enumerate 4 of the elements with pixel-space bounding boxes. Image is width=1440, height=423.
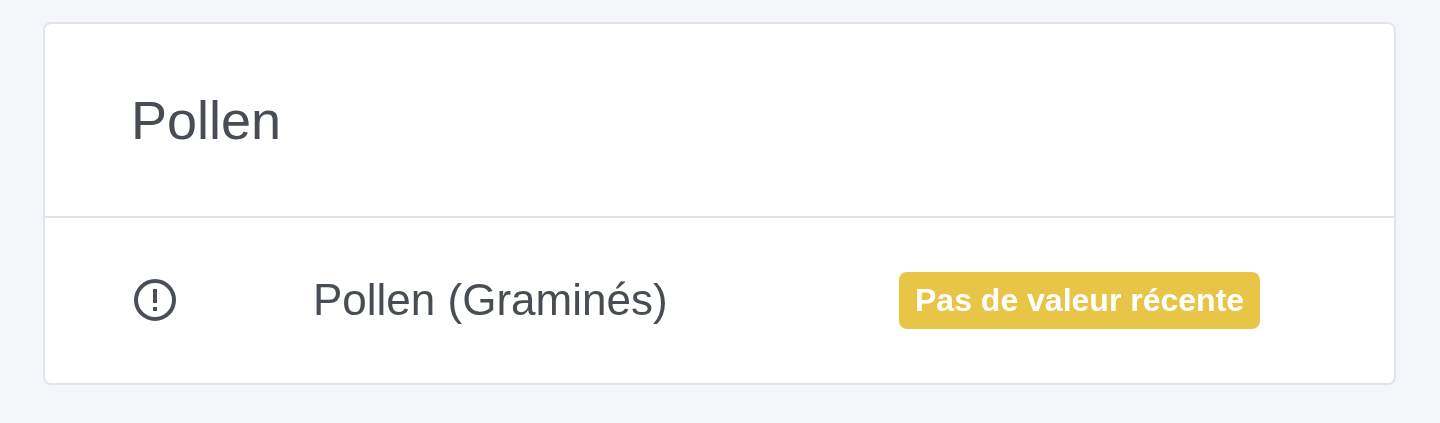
status-badge: Pas de valeur récente — [899, 271, 1261, 329]
card-title: Pollen — [131, 89, 282, 151]
pollen-name: Pollen (Graminés) — [313, 275, 669, 325]
alert-icon — [131, 276, 179, 324]
